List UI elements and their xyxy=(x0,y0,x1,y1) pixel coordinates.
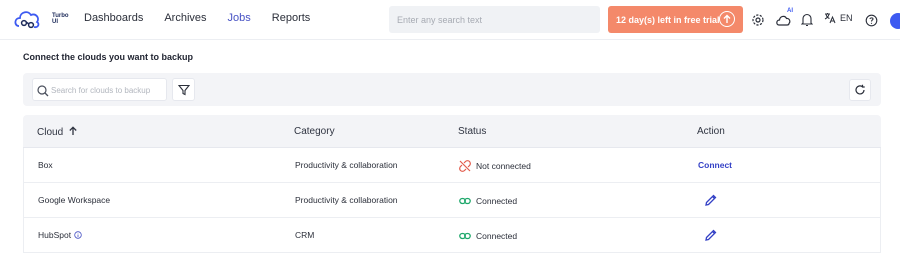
status-text: Connected xyxy=(476,231,518,241)
info-icon[interactable] xyxy=(74,231,82,239)
cloud-name: Box xyxy=(38,160,53,170)
help-icon[interactable] xyxy=(862,11,880,29)
link-icon xyxy=(459,232,471,240)
status-cell: Not connected xyxy=(459,160,531,172)
column-header-cloud[interactable]: Cloud xyxy=(37,126,78,138)
pencil-icon xyxy=(705,229,717,241)
refresh-button[interactable] xyxy=(849,79,871,101)
link-icon xyxy=(459,197,471,205)
filter-button[interactable] xyxy=(172,78,195,101)
trial-label: 12 day(s) left in free trial xyxy=(616,14,720,25)
nav-archives[interactable]: Archives xyxy=(164,12,206,24)
cloud-search-input[interactable] xyxy=(51,82,163,98)
translate-icon xyxy=(824,13,836,24)
language-selector[interactable]: EN xyxy=(824,12,853,24)
link-broken-icon xyxy=(459,160,471,172)
sort-ascending-icon xyxy=(69,126,77,135)
cloud-name: Google Workspace xyxy=(38,195,111,205)
nav-reports[interactable]: Reports xyxy=(272,12,311,24)
arrow-up-circle-icon xyxy=(719,11,735,27)
free-trial-button[interactable]: 12 day(s) left in free trial xyxy=(608,6,743,33)
logo-text: Turbo UI xyxy=(52,13,69,25)
cloud-category: CRM xyxy=(295,230,315,240)
cloud-name-cell: HubSpot xyxy=(38,230,82,240)
global-search-input[interactable] xyxy=(389,6,600,33)
clouds-table: Cloud Category Status Action Box Product… xyxy=(23,115,881,253)
table-row: HubSpot CRM Connected xyxy=(23,218,881,253)
filter-icon xyxy=(177,84,190,95)
pencil-icon xyxy=(705,194,717,206)
connect-button[interactable]: Connect xyxy=(698,160,732,170)
page-title: Connect the clouds you want to backup xyxy=(23,52,194,62)
column-header-category: Category xyxy=(294,126,335,137)
bell-icon[interactable] xyxy=(798,11,816,29)
top-nav-bar: Turbo UI Dashboards Archives Jobs Report… xyxy=(0,0,900,40)
cloud-category: Productivity & collaboration xyxy=(295,195,398,205)
refresh-icon xyxy=(855,84,865,95)
avatar[interactable] xyxy=(890,13,900,29)
cloud-search-box xyxy=(32,78,167,101)
language-code: EN xyxy=(840,13,853,23)
nav-dashboards[interactable]: Dashboards xyxy=(84,12,143,24)
table-row: Box Productivity & collaboration Not con… xyxy=(23,148,881,183)
table-row: Google Workspace Productivity & collabor… xyxy=(23,183,881,218)
status-text: Not connected xyxy=(476,161,531,171)
turbo-ui-logo[interactable]: Turbo UI xyxy=(12,6,69,34)
cloud-category: Productivity & collaboration xyxy=(295,160,398,170)
table-header: Cloud Category Status Action xyxy=(23,115,881,148)
status-text: Connected xyxy=(476,196,518,206)
edit-button[interactable] xyxy=(704,228,718,242)
cloud-name: HubSpot xyxy=(38,230,72,240)
status-cell: Connected xyxy=(459,230,517,242)
status-cell: Connected xyxy=(459,195,517,207)
ai-badge: AI xyxy=(787,8,793,14)
cloud-ai-icon[interactable]: AI xyxy=(773,8,795,29)
filter-bar xyxy=(23,73,881,106)
column-header-action: Action xyxy=(697,126,725,137)
edit-button[interactable] xyxy=(704,193,718,207)
search-icon xyxy=(37,84,49,102)
cloud-logo-icon xyxy=(14,11,40,29)
main-nav: Dashboards Archives Jobs Reports xyxy=(84,12,331,24)
settings-icon[interactable] xyxy=(749,11,767,29)
column-header-status: Status xyxy=(458,126,487,137)
nav-jobs[interactable]: Jobs xyxy=(228,12,251,24)
